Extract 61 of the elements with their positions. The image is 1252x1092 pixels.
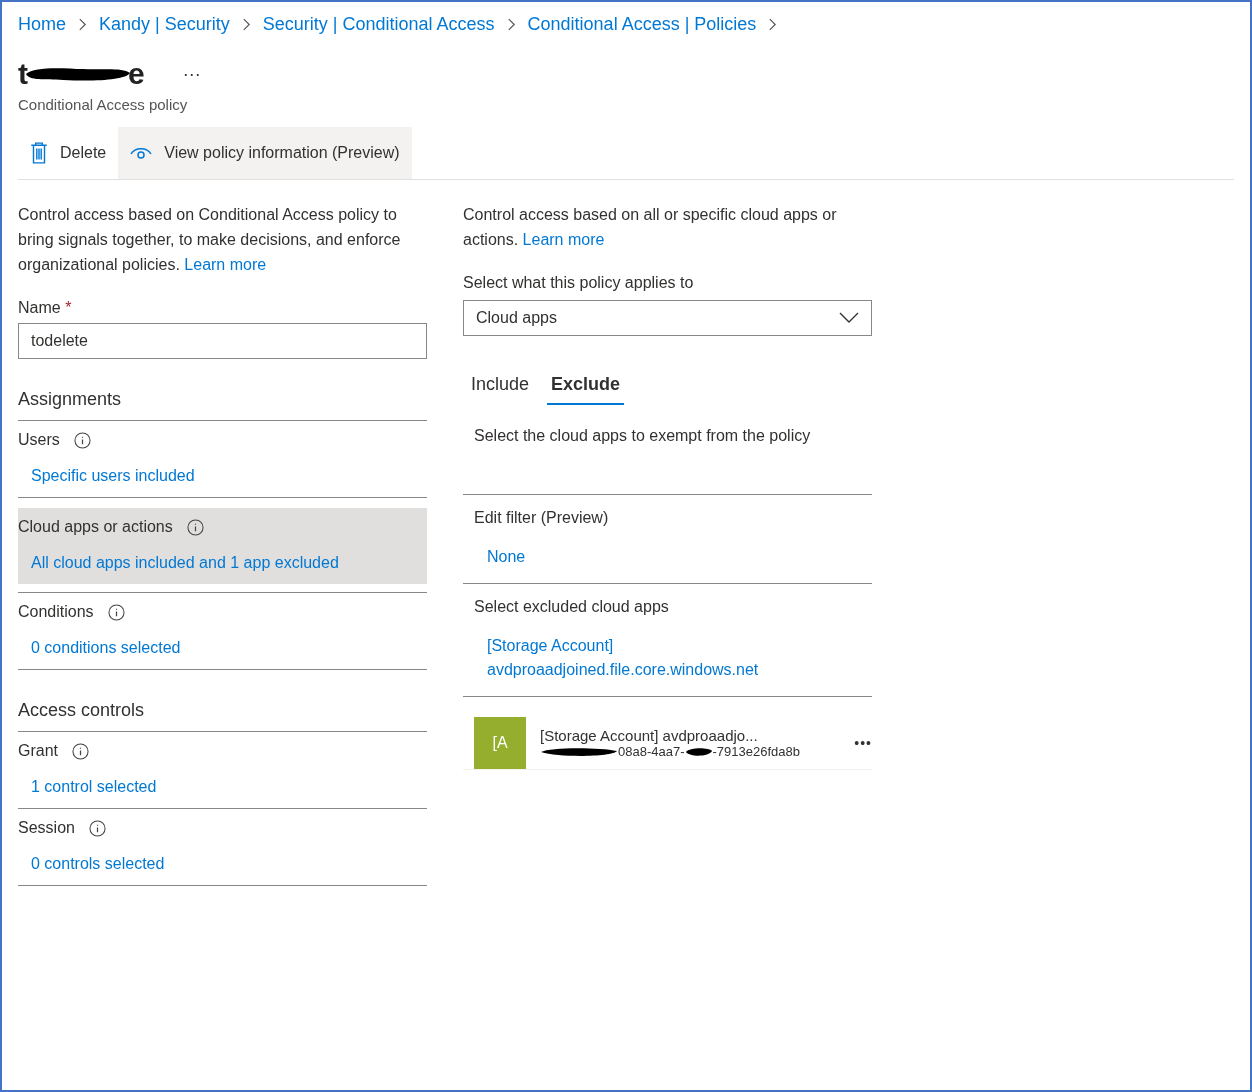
trash-icon [30,142,48,164]
app-id: 08a8-4aa7- [618,744,685,759]
info-icon [88,819,106,837]
info-icon [73,431,91,449]
item-label: Grant [18,742,58,760]
name-field[interactable]: todelete [18,323,427,359]
more-button[interactable]: ··· [178,63,205,85]
learn-more-link[interactable]: Learn more [522,231,605,248]
eye-icon [130,146,153,160]
info-icon [72,742,89,760]
learn-more-link[interactable]: Learn more [184,256,267,273]
more-button[interactable]: ••• [854,735,872,751]
section-heading: Access controls [18,700,427,732]
redaction-mark [684,745,713,758]
toolbar-button[interactable]: View policy information (Preview) [118,127,412,179]
tab[interactable]: Include [467,370,534,405]
assignment-item[interactable]: Session 0 controls selected [18,809,427,886]
excluded-app-link[interactable]: [Storage Account] avdproaadjoined.file.core.windows.net [487,634,827,682]
item-label: Conditions [18,603,94,621]
field-label: Name [18,299,61,316]
app-name: [Storage Account] avdproaadjo... [540,727,759,744]
description-text: Control access based on all or specific cloud apps or actions. Learn more [463,205,838,250]
info-icon [107,603,125,621]
app-avatar: [A [474,717,526,769]
assignment-item[interactable]: Cloud apps or actions All cloud apps included and 1 app excluded [18,508,427,584]
description-text: Select the cloud apps to exempt from the policy [463,423,872,495]
assignment-item[interactable]: Conditions 0 conditions selected [18,592,427,670]
field-label: Select what this policy applies to [463,274,695,292]
breadcrumb-link[interactable]: Home [18,13,66,35]
field-label: Edit filter (Preview) [474,509,610,527]
app-row[interactable]: [A [Storage Account] avdproaadjo... 08a8-4aa7- -7913e26fda8b ••• [463,697,872,770]
applies-dropdown[interactable]: Cloud apps [463,300,872,336]
tab[interactable]: Exclude [547,370,625,405]
chevron-icon [768,17,778,31]
item-value-link[interactable]: 0 controls selected [31,855,165,873]
chevron-icon [506,17,516,31]
required-mark: * [65,299,72,316]
page-subtitle: Conditional Access policy [18,96,189,113]
breadcrumb-link[interactable]: Conditional Access | Policies [527,13,757,35]
item-label: Session [18,819,75,837]
chevron-icon [78,17,87,31]
breadcrumb-link[interactable]: Security | Conditional Access [262,13,495,35]
item-label: Users [18,431,60,449]
chevron-down-icon [839,312,859,324]
breadcrumb-link[interactable]: Kandy | Security [99,13,230,35]
item-label: Cloud apps or actions [18,518,173,536]
field-label: Select excluded cloud apps [474,598,670,616]
item-value-link[interactable]: 1 control selected [31,778,157,796]
page-title: t [18,57,28,91]
toolbar-button[interactable]: Delete [18,127,119,179]
app-id: -7913e26fda8b [712,744,800,759]
section-heading: Assignments [18,389,427,421]
item-value-link[interactable]: Specific users included [31,467,195,485]
page-title: e [128,57,145,91]
item-value-link[interactable]: 0 conditions selected [31,639,181,657]
assignment-item[interactable]: Users Specific users included [18,421,427,498]
info-icon [186,518,204,536]
assignment-item[interactable]: Grant 1 control selected [18,732,427,809]
chevron-icon [241,17,251,31]
description-text: Control access based on Conditional Access policy to bring signals together, to make decisions, and enforce organizational policies. Learn more [18,205,402,275]
filter-link[interactable]: None [487,545,872,569]
